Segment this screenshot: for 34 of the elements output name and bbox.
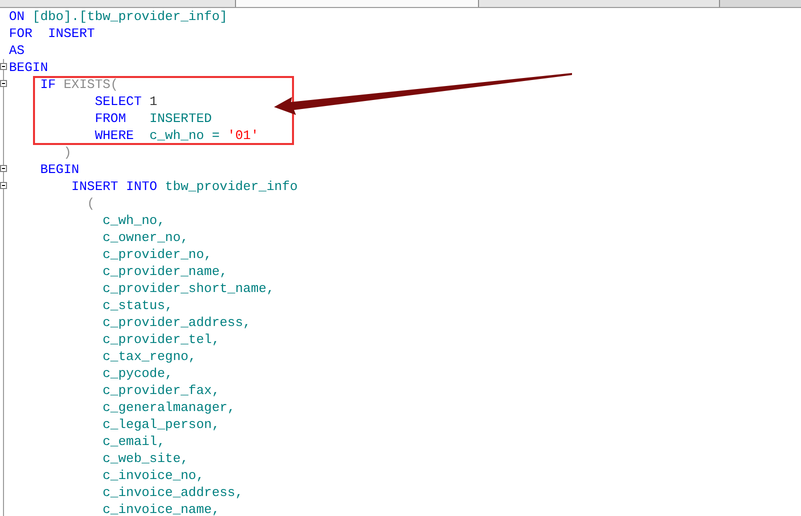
collapse-icon[interactable] xyxy=(0,165,7,172)
code-line: FOR INSERT xyxy=(9,25,96,42)
code-line: c_provider_address, xyxy=(102,314,252,331)
code-line: c_status, xyxy=(102,297,174,314)
code-line: FROM INSERTED xyxy=(94,110,213,127)
code-line: c_invoice_address, xyxy=(102,484,244,501)
code-line: c_generalmanager, xyxy=(102,399,236,416)
code-line: INSERT INTO tbw_provider_info xyxy=(70,178,298,195)
code-line: c_pycode, xyxy=(102,365,174,382)
code-line: c_provider_no, xyxy=(102,246,213,263)
code-line: WHERE c_wh_no = '01' xyxy=(94,127,260,144)
code-line: c_invoice_no, xyxy=(102,467,206,484)
code-line: c_provider_fax, xyxy=(102,382,221,399)
code-line: SELECT 1 xyxy=(94,93,158,110)
code-line: ( xyxy=(86,195,96,212)
code-line: c_provider_name, xyxy=(102,263,228,280)
code-line: c_tax_regno, xyxy=(102,348,198,365)
code-line: AS xyxy=(9,42,26,59)
code-line: c_web_site, xyxy=(102,450,190,467)
code-line: c_wh_no, xyxy=(102,212,166,229)
code-line: c_invoice_name, xyxy=(102,501,221,516)
code-line: ) xyxy=(62,144,72,161)
code-line: c_owner_no, xyxy=(102,229,190,246)
code-line: c_provider_short_name, xyxy=(102,280,276,297)
code-line: BEGIN xyxy=(39,161,80,178)
collapse-icon[interactable] xyxy=(0,182,7,189)
code-line: ON [dbo].[tbw_provider_info] xyxy=(9,8,228,25)
code-line: c_legal_person, xyxy=(102,416,221,433)
code-line: c_provider_tel, xyxy=(102,331,221,348)
collapse-icon[interactable] xyxy=(0,63,7,70)
code-line: BEGIN xyxy=(9,59,50,76)
collapse-icon[interactable] xyxy=(0,80,7,87)
code-line: IF EXISTS( xyxy=(39,76,120,93)
code-line: c_email, xyxy=(102,433,166,450)
